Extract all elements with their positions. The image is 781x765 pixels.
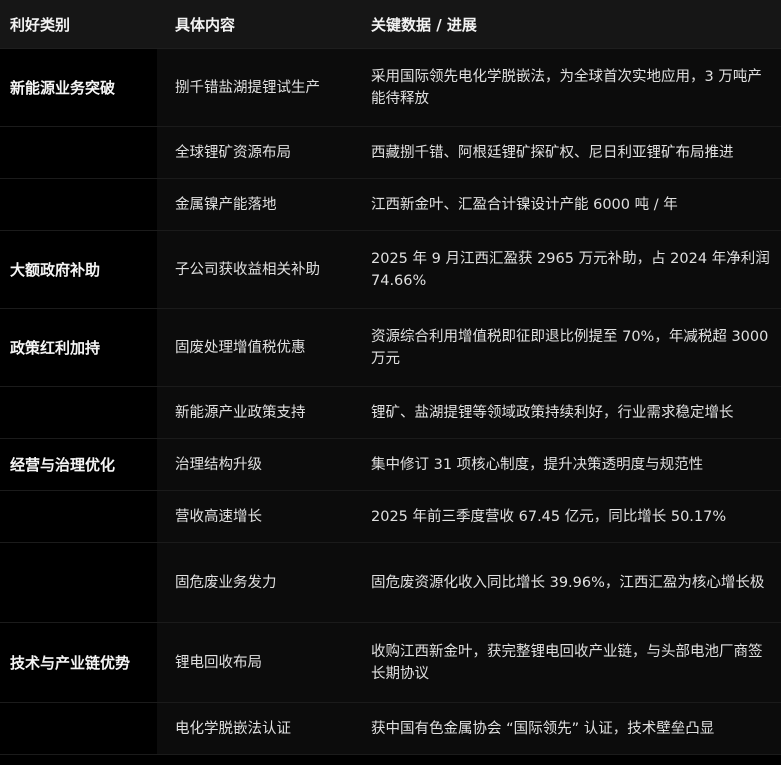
row-detail: 西藏捌千错、阿根廷锂矿探矿权、尼日利亚锂矿布局推进: [354, 126, 781, 179]
row-detail: 锂矿、盐湖提锂等领域政策持续利好，行业需求稳定增长: [354, 386, 781, 439]
row-detail: 集中修订 31 项核心制度，提升决策透明度与规范性: [354, 438, 781, 491]
header-detail: 关键数据 / 进展: [354, 0, 781, 49]
row-category: 新能源业务突破: [0, 48, 157, 127]
table-row: 固危废业务发力 固危废资源化收入同比增长 39.96%，江西汇盈为核心增长极: [0, 542, 781, 623]
table-row: 全球锂矿资源布局 西藏捌千错、阿根廷锂矿探矿权、尼日利亚锂矿布局推进: [0, 126, 781, 179]
row-category: 政策红利加持: [0, 308, 157, 387]
row-content: 捌千错盐湖提锂试生产: [157, 48, 354, 127]
row-category: 大额政府补助: [0, 230, 157, 309]
table-header-row: 利好类别 具体内容 关键数据 / 进展: [0, 0, 781, 49]
table-row: 金属镍产能落地 江西新金叶、汇盈合计镍设计产能 6000 吨 / 年: [0, 178, 781, 231]
table-row: 大额政府补助 子公司获收益相关补助 2025 年 9 月江西汇盈获 2965 万…: [0, 230, 781, 309]
row-category: [0, 126, 157, 179]
row-content: 全球锂矿资源布局: [157, 126, 354, 179]
row-category: [0, 386, 157, 439]
row-detail: 资源综合利用增值税即征即退比例提至 70%，年减税超 3000 万元: [354, 308, 781, 387]
row-detail: 采用国际领先电化学脱嵌法，为全球首次实地应用，3 万吨产能待释放: [354, 48, 781, 127]
table-row: 经营与治理优化 治理结构升级 集中修订 31 项核心制度，提升决策透明度与规范性: [0, 438, 781, 491]
table-row: 技术与产业链优势 锂电回收布局 收购江西新金叶，获完整锂电回收产业链，与头部电池…: [0, 622, 781, 703]
row-category: [0, 702, 157, 755]
row-content: 金属镍产能落地: [157, 178, 354, 231]
row-detail: 获中国有色金属协会 “国际领先” 认证，技术壁垒凸显: [354, 702, 781, 755]
row-content: 固废处理增值税优惠: [157, 308, 354, 387]
row-detail: 固危废资源化收入同比增长 39.96%，江西汇盈为核心增长极: [354, 542, 781, 623]
row-content: 电化学脱嵌法认证: [157, 702, 354, 755]
row-category: [0, 178, 157, 231]
row-content: 治理结构升级: [157, 438, 354, 491]
header-category: 利好类别: [0, 0, 157, 49]
table-row: 新能源业务突破 捌千错盐湖提锂试生产 采用国际领先电化学脱嵌法，为全球首次实地应…: [0, 48, 781, 127]
row-detail: 2025 年 9 月江西汇盈获 2965 万元补助，占 2024 年净利润 74…: [354, 230, 781, 309]
row-detail: 收购江西新金叶，获完整锂电回收产业链，与头部电池厂商签长期协议: [354, 622, 781, 703]
row-content: 新能源产业政策支持: [157, 386, 354, 439]
row-content: 锂电回收布局: [157, 622, 354, 703]
row-content: 固危废业务发力: [157, 542, 354, 623]
row-content: 子公司获收益相关补助: [157, 230, 354, 309]
row-detail: 江西新金叶、汇盈合计镍设计产能 6000 吨 / 年: [354, 178, 781, 231]
row-category: [0, 490, 157, 543]
row-category: 经营与治理优化: [0, 438, 157, 491]
table-row: 新能源产业政策支持 锂矿、盐湖提锂等领域政策持续利好，行业需求稳定增长: [0, 386, 781, 439]
row-category: 技术与产业链优势: [0, 622, 157, 703]
table-row: 营收高速增长 2025 年前三季度营收 67.45 亿元，同比增长 50.17%: [0, 490, 781, 543]
table-row: 电化学脱嵌法认证 获中国有色金属协会 “国际领先” 认证，技术壁垒凸显: [0, 702, 781, 755]
row-detail: 2025 年前三季度营收 67.45 亿元，同比增长 50.17%: [354, 490, 781, 543]
benefits-table: 利好类别 具体内容 关键数据 / 进展 新能源业务突破 捌千错盐湖提锂试生产 采…: [0, 0, 781, 755]
row-content: 营收高速增长: [157, 490, 354, 543]
row-category: [0, 542, 157, 623]
table-row: 政策红利加持 固废处理增值税优惠 资源综合利用增值税即征即退比例提至 70%，年…: [0, 308, 781, 387]
header-content: 具体内容: [157, 0, 354, 49]
